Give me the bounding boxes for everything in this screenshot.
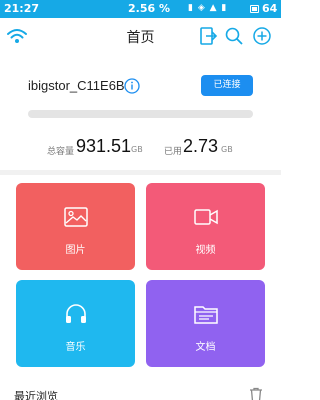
status-time: 21:27 [4,2,40,15]
total-capacity-unit: GB [131,145,143,154]
status-icons: ▮ ◈ ▲ ▮ [188,3,228,13]
total-capacity-value: 931.51 [76,136,132,156]
header-bar: 首页 [0,18,281,54]
tile-music-label: 音乐 [65,342,86,353]
status-bar: 21:27 2.56 % ▮ ◈ ▲ ▮ 64 [0,0,281,18]
tile-videos[interactable]: 视频 [146,183,265,270]
tile-videos-label: 视频 [195,245,216,256]
add-icon[interactable] [252,26,272,50]
tile-pictures-label: 图片 [65,245,86,256]
used-space-value: 2.73 [183,136,219,156]
storage-progress-bar [28,110,253,118]
trash-icon[interactable] [248,386,264,400]
battery-level: 64 [262,2,278,15]
tile-documents-label: 文档 [195,342,216,353]
transfer-icon[interactable] [198,26,218,50]
tile-music[interactable]: 音乐 [16,280,135,367]
battery-icon [250,5,259,13]
tile-documents[interactable]: 文档 [146,280,265,367]
tile-pictures[interactable]: 图片 [16,183,135,270]
used-space-label: 已用 [164,147,183,157]
network-rate: 2.56 % [128,2,170,15]
total-capacity-label: 总容量 [47,147,75,157]
connected-button[interactable]: 已连接 [201,75,253,96]
info-icon[interactable] [124,78,140,98]
recent-browsing-title: 最近浏览 [14,390,58,400]
used-space-unit: GB [221,145,233,154]
search-icon[interactable] [224,26,244,50]
section-divider [0,170,281,175]
device-name: ibigstor_C11E6B [28,78,125,93]
